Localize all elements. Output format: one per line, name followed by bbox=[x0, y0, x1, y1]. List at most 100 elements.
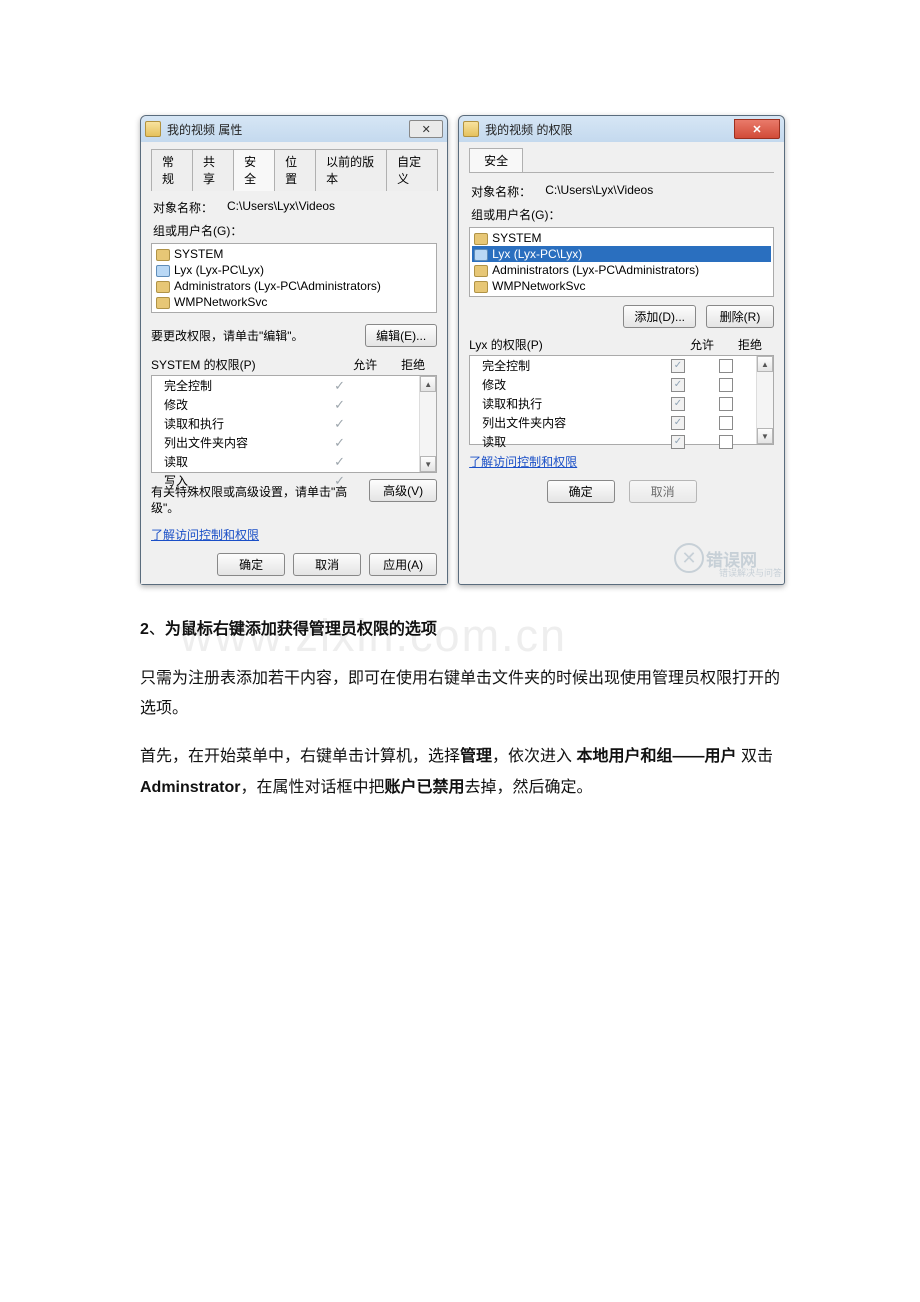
group-icon bbox=[156, 248, 170, 260]
watermark-stamp: ✕ 错误网 错误解决与问答 bbox=[674, 540, 784, 576]
tab-sharing[interactable]: 共享 bbox=[192, 149, 234, 191]
allow-checkbox[interactable]: ✓ bbox=[671, 397, 685, 411]
groups-list[interactable]: SYSTEM Lyx (Lyx-PC\Lyx) Administrators (… bbox=[469, 227, 774, 297]
titlebar[interactable]: 我的视频 属性 ✕ bbox=[141, 116, 447, 142]
add-button[interactable]: 添加(D)... bbox=[623, 305, 696, 328]
folder-icon bbox=[463, 121, 479, 137]
scrollbar[interactable]: ▲ ▼ bbox=[419, 376, 436, 472]
perm-row: 完全控制 ✓ bbox=[470, 356, 756, 375]
perm-row: 读取 ✓ bbox=[470, 432, 756, 451]
titlebar[interactable]: 我的视频 的权限 ✕ bbox=[459, 116, 784, 142]
allow-checkbox[interactable]: ✓ bbox=[671, 416, 685, 430]
window-title: 我的视频 的权限 bbox=[485, 121, 734, 138]
object-name-value: C:\Users\Lyx\Videos bbox=[227, 199, 335, 216]
list-item[interactable]: WMPNetworkSvc bbox=[472, 278, 771, 294]
edit-button[interactable]: 编辑(E)... bbox=[365, 324, 437, 347]
allow-checkbox[interactable]: ✓ bbox=[671, 378, 685, 392]
perm-row: 列出文件夹内容✓ bbox=[152, 433, 419, 452]
deny-checkbox[interactable] bbox=[719, 416, 733, 430]
object-name-label: 对象名称： bbox=[153, 199, 213, 216]
permissions-dialog: 我的视频 的权限 ✕ 安全 对象名称： C:\Users\Lyx\Videos … bbox=[458, 115, 785, 585]
stamp-x-icon: ✕ bbox=[674, 543, 704, 573]
user-icon bbox=[474, 248, 488, 260]
groups-label: 组或用户名(G)： bbox=[153, 222, 435, 239]
list-item[interactable]: SYSTEM bbox=[472, 230, 771, 246]
perm-row: 读取✓ bbox=[152, 452, 419, 471]
paragraph: 首先，在开始菜单中，右键单击计算机，选择管理，依次进入 本地用户和组——用户 双… bbox=[140, 742, 785, 803]
group-icon bbox=[156, 296, 170, 308]
learn-link[interactable]: 了解访问控制和权限 bbox=[469, 455, 577, 469]
list-item[interactable]: SYSTEM bbox=[154, 246, 434, 262]
ok-button[interactable]: 确定 bbox=[217, 553, 285, 576]
tab-customize[interactable]: 自定义 bbox=[386, 149, 438, 191]
tab-general[interactable]: 常规 bbox=[151, 149, 193, 191]
deny-checkbox[interactable] bbox=[719, 378, 733, 392]
group-icon bbox=[156, 280, 170, 292]
perm-row: 修改 ✓ bbox=[470, 375, 756, 394]
article-text: 2、为鼠标右键添加获得管理员权限的选项 只需为注册表添加若干内容，即可在使用右键… bbox=[140, 615, 785, 803]
window-title: 我的视频 属性 bbox=[167, 121, 409, 138]
scroll-down-icon[interactable]: ▼ bbox=[420, 456, 436, 472]
ok-button[interactable]: 确定 bbox=[547, 480, 615, 503]
permissions-list: 完全控制✓ 修改✓ 读取和执行✓ 列出文件夹内容✓ 读取✓ 写入✓ ▲ ▼ bbox=[151, 375, 437, 473]
learn-link[interactable]: 了解访问控制和权限 bbox=[151, 528, 259, 542]
check-icon: ✓ bbox=[334, 398, 348, 412]
object-name-value: C:\Users\Lyx\Videos bbox=[545, 183, 653, 200]
scroll-up-icon[interactable]: ▲ bbox=[420, 376, 436, 392]
cancel-button[interactable]: 取消 bbox=[293, 553, 361, 576]
change-hint: 要更改权限，请单击"编辑"。 bbox=[151, 327, 357, 344]
list-item[interactable]: Administrators (Lyx-PC\Administrators) bbox=[472, 262, 771, 278]
deny-checkbox[interactable] bbox=[719, 359, 733, 373]
check-icon: ✓ bbox=[334, 455, 348, 469]
deny-checkbox[interactable] bbox=[719, 435, 733, 449]
tab-previous-versions[interactable]: 以前的版本 bbox=[315, 149, 387, 191]
user-icon bbox=[156, 264, 170, 276]
close-icon[interactable]: ✕ bbox=[409, 120, 443, 138]
groups-label: 组或用户名(G)： bbox=[471, 206, 772, 223]
apply-button[interactable]: 应用(A) bbox=[369, 553, 437, 576]
check-icon: ✓ bbox=[334, 436, 348, 450]
allow-checkbox[interactable]: ✓ bbox=[671, 435, 685, 449]
cancel-button[interactable]: 取消 bbox=[629, 480, 697, 503]
permissions-for-label: SYSTEM 的权限(P) bbox=[151, 356, 341, 373]
list-item[interactable]: Administrators (Lyx-PC\Administrators) bbox=[154, 278, 434, 294]
properties-dialog: 我的视频 属性 ✕ 常规 共享 安全 位置 以前的版本 自定义 对象名称： C:… bbox=[140, 115, 448, 585]
remove-button[interactable]: 删除(R) bbox=[706, 305, 774, 328]
list-item[interactable]: WMPNetworkSvc bbox=[154, 294, 434, 310]
deny-header: 拒绝 bbox=[726, 336, 774, 353]
folder-icon bbox=[145, 121, 161, 137]
scroll-up-icon[interactable]: ▲ bbox=[757, 356, 773, 372]
tab-bar: 常规 共享 安全 位置 以前的版本 自定义 bbox=[151, 148, 437, 191]
list-item[interactable]: Lyx (Lyx-PC\Lyx) bbox=[154, 262, 434, 278]
groups-list[interactable]: SYSTEM Lyx (Lyx-PC\Lyx) Administrators (… bbox=[151, 243, 437, 313]
perm-row: 写入✓ bbox=[152, 471, 419, 490]
scrollbar[interactable]: ▲ ▼ bbox=[756, 356, 773, 444]
permissions-list: 完全控制 ✓ 修改 ✓ 读取和执行 ✓ bbox=[469, 355, 774, 445]
paragraph: 只需为注册表添加若干内容，即可在使用右键单击文件夹的时候出现使用管理员权限打开的… bbox=[140, 664, 785, 725]
check-icon: ✓ bbox=[334, 474, 348, 488]
deny-header: 拒绝 bbox=[389, 356, 437, 373]
section-title: 为鼠标右键添加获得管理员权限的选项 bbox=[165, 621, 437, 638]
tab-location[interactable]: 位置 bbox=[274, 149, 316, 191]
list-item[interactable]: Lyx (Lyx-PC\Lyx) bbox=[472, 246, 771, 262]
check-icon: ✓ bbox=[334, 417, 348, 431]
perm-row: 读取和执行 ✓ bbox=[470, 394, 756, 413]
perm-row: 读取和执行✓ bbox=[152, 414, 419, 433]
close-icon[interactable]: ✕ bbox=[734, 119, 780, 139]
group-icon bbox=[474, 264, 488, 276]
tab-security[interactable]: 安全 bbox=[469, 148, 523, 172]
object-name-label: 对象名称： bbox=[471, 183, 531, 200]
permissions-for-label: Lyx 的权限(P) bbox=[469, 336, 678, 353]
tab-security[interactable]: 安全 bbox=[233, 149, 275, 191]
section-number: 2 bbox=[140, 621, 149, 638]
perm-row: 完全控制✓ bbox=[152, 376, 419, 395]
allow-header: 允许 bbox=[341, 356, 389, 373]
check-icon: ✓ bbox=[334, 379, 348, 393]
group-icon bbox=[474, 232, 488, 244]
group-icon bbox=[474, 280, 488, 292]
perm-row: 修改✓ bbox=[152, 395, 419, 414]
allow-checkbox[interactable]: ✓ bbox=[671, 359, 685, 373]
scroll-down-icon[interactable]: ▼ bbox=[757, 428, 773, 444]
deny-checkbox[interactable] bbox=[719, 397, 733, 411]
allow-header: 允许 bbox=[678, 336, 726, 353]
